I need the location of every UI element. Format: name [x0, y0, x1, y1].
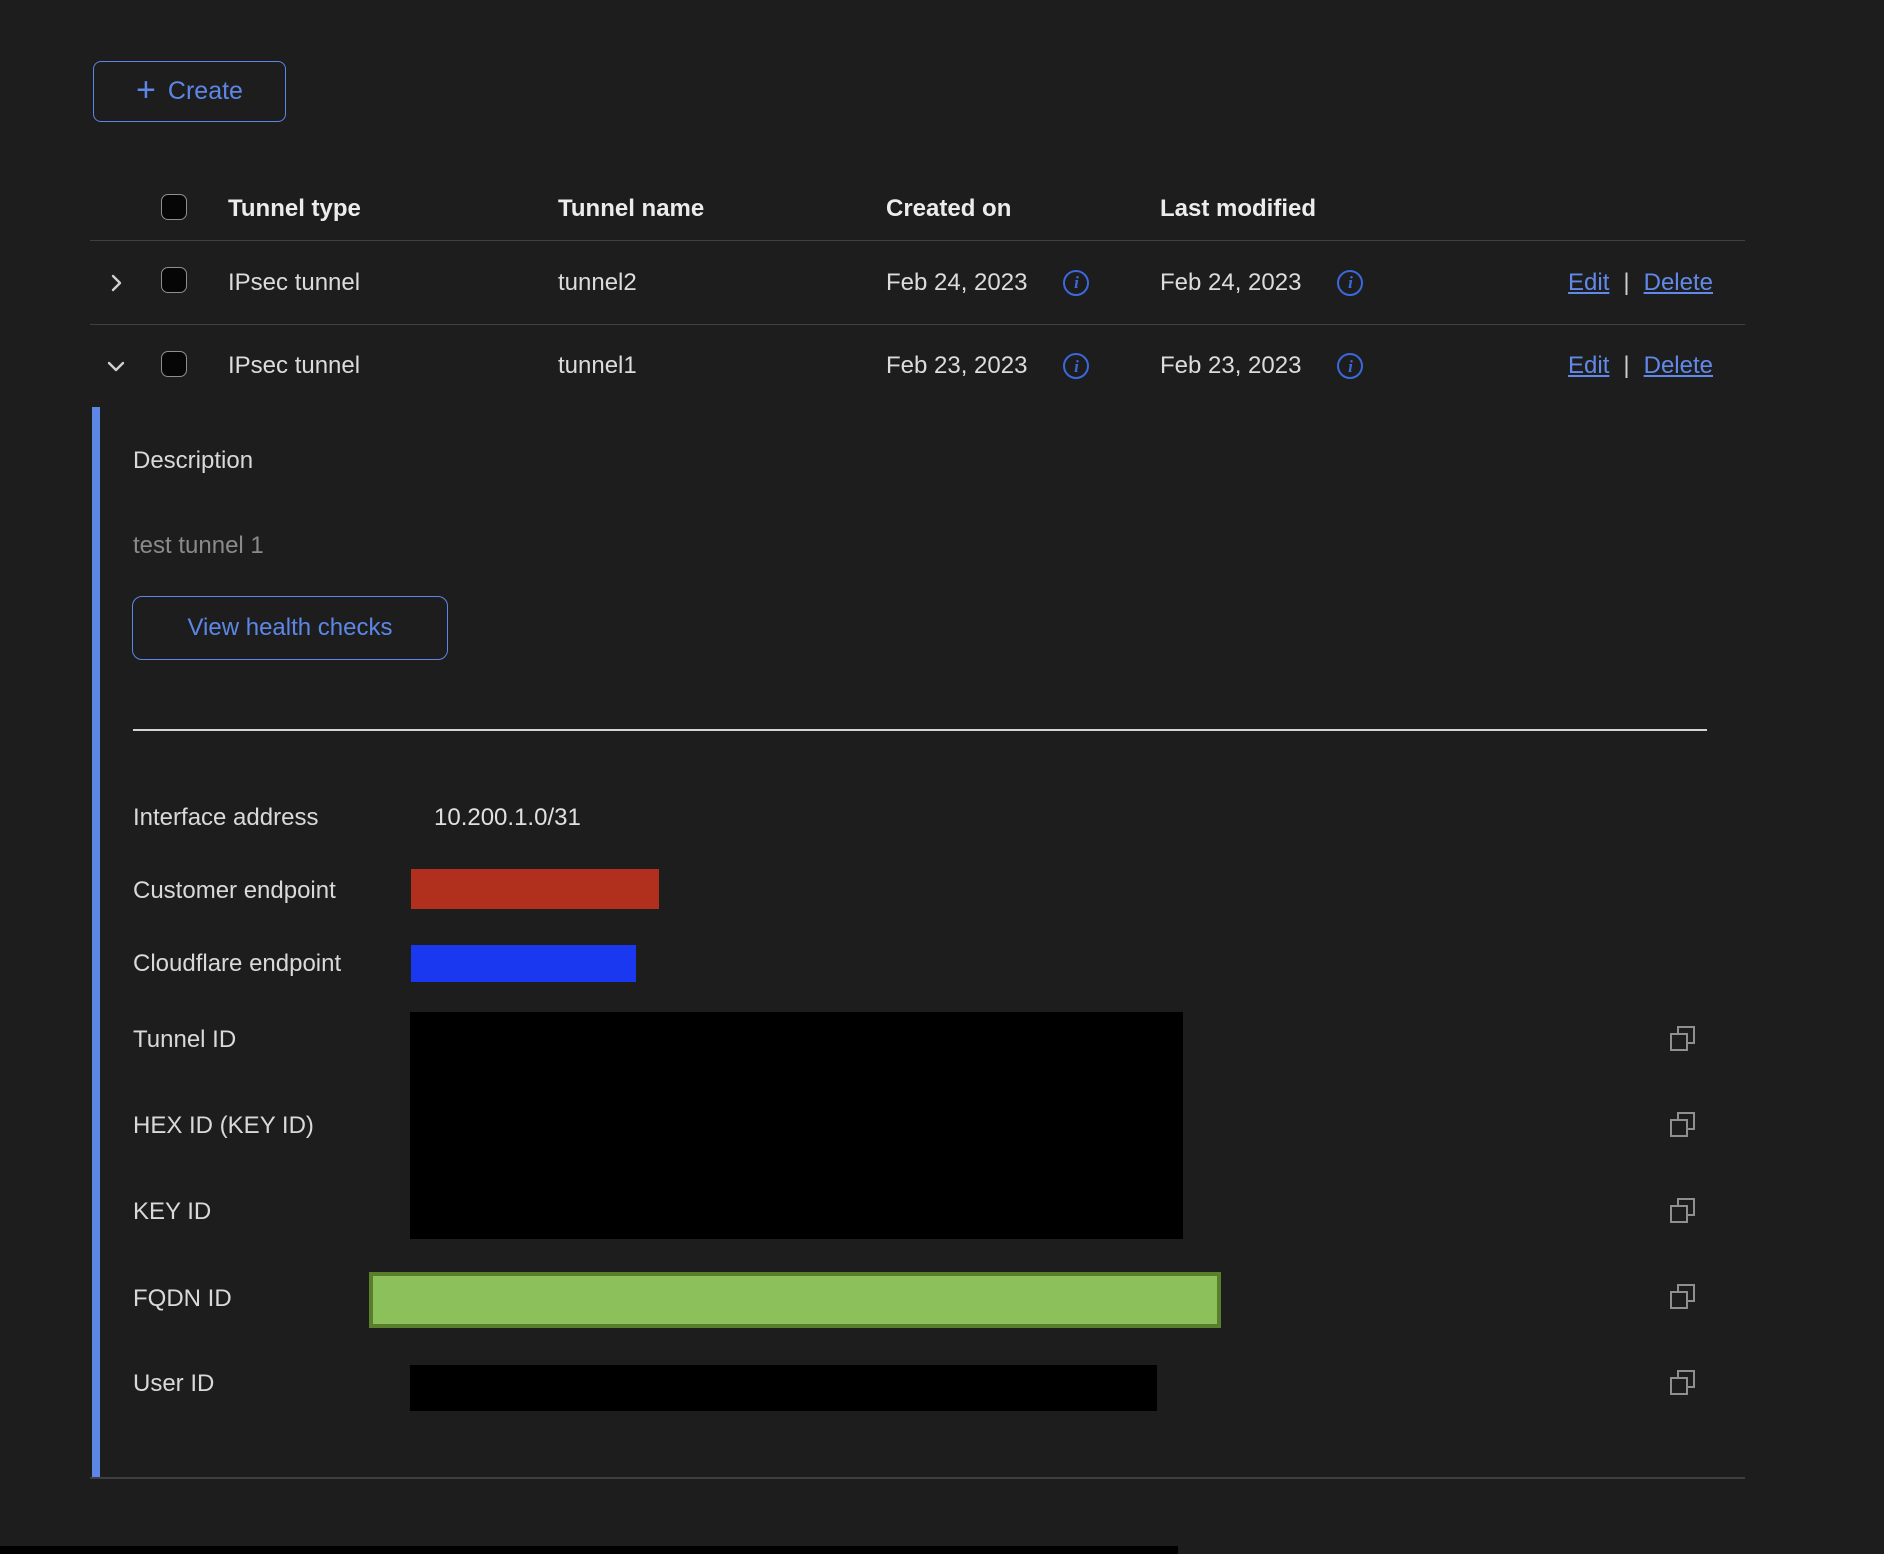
view-health-checks-button[interactable]: View health checks: [132, 596, 448, 660]
tunnels-page: + Create Tunnel type Tunnel name Created…: [0, 0, 1884, 1554]
chevron-down-icon[interactable]: [104, 354, 128, 378]
actions-separator: |: [1623, 269, 1629, 297]
info-icon[interactable]: i: [1337, 353, 1363, 379]
copy-icon[interactable]: [1668, 1110, 1698, 1140]
edit-link[interactable]: Edit: [1568, 352, 1609, 380]
create-button[interactable]: + Create: [93, 61, 286, 122]
tunnel-details-panel: Description test tunnel 1 View health ch…: [92, 407, 1745, 1478]
select-row-checkbox[interactable]: [161, 351, 187, 377]
cell-last-modified: Feb 24, 2023: [1160, 269, 1301, 297]
cell-last-modified: Feb 23, 2023: [1160, 352, 1301, 380]
key-id-label: KEY ID: [133, 1198, 211, 1226]
interface-address-label: Interface address: [133, 804, 318, 832]
copy-icon[interactable]: [1668, 1282, 1698, 1312]
delete-link[interactable]: Delete: [1644, 269, 1713, 297]
edit-link[interactable]: Edit: [1568, 269, 1609, 297]
actions-separator: |: [1623, 352, 1629, 380]
ids-redacted-value: [410, 1012, 1183, 1239]
cell-created-on: Feb 24, 2023: [886, 269, 1027, 297]
delete-link[interactable]: Delete: [1644, 352, 1713, 380]
interface-address-value: 10.200.1.0/31: [434, 804, 581, 832]
select-all-checkbox[interactable]: [161, 194, 187, 220]
table-bottom-divider: [90, 1477, 1745, 1479]
description-value: test tunnel 1: [133, 532, 264, 560]
customer-endpoint-label: Customer endpoint: [133, 877, 336, 905]
hex-id-label: HEX ID (KEY ID): [133, 1112, 314, 1140]
header-tunnel-type: Tunnel type: [228, 195, 558, 223]
table-row-tunnel2: IPsec tunnel tunnel2 Feb 24, 2023 i Feb …: [90, 240, 1745, 324]
tunnels-table-header: Tunnel type Tunnel name Created on Last …: [90, 178, 1745, 240]
plus-icon: +: [136, 73, 156, 107]
fqdn-id-redacted-value: [369, 1272, 1221, 1328]
copy-icon[interactable]: [1668, 1196, 1698, 1226]
cell-tunnel-name: tunnel2: [558, 269, 886, 297]
cell-tunnel-name: tunnel1: [558, 352, 886, 380]
select-row-checkbox[interactable]: [161, 267, 187, 293]
cell-tunnel-type: IPsec tunnel: [228, 352, 558, 380]
info-icon[interactable]: i: [1063, 353, 1089, 379]
info-icon[interactable]: i: [1337, 270, 1363, 296]
table-row-tunnel1: IPsec tunnel tunnel1 Feb 23, 2023 i Feb …: [90, 324, 1745, 407]
cell-tunnel-type: IPsec tunnel: [228, 269, 558, 297]
user-id-label: User ID: [133, 1370, 214, 1398]
copy-icon[interactable]: [1668, 1368, 1698, 1398]
copy-icon[interactable]: [1668, 1024, 1698, 1054]
tunnel-id-label: Tunnel ID: [133, 1026, 236, 1054]
header-last-modified: Last modified: [1160, 195, 1450, 223]
bottom-edge-strip: [0, 1546, 1178, 1554]
header-created-on: Created on: [886, 195, 1160, 223]
section-divider: [133, 729, 1707, 731]
cloudflare-endpoint-redacted-value: [411, 945, 636, 982]
cell-created-on: Feb 23, 2023: [886, 352, 1027, 380]
fqdn-id-label: FQDN ID: [133, 1285, 232, 1313]
customer-endpoint-redacted-value: [411, 869, 659, 909]
chevron-right-icon[interactable]: [104, 271, 128, 295]
create-button-label: Create: [168, 77, 243, 106]
header-tunnel-name: Tunnel name: [558, 195, 886, 223]
info-icon[interactable]: i: [1063, 270, 1089, 296]
cloudflare-endpoint-label: Cloudflare endpoint: [133, 950, 341, 978]
user-id-redacted-value: [410, 1365, 1157, 1411]
description-label: Description: [133, 447, 253, 475]
